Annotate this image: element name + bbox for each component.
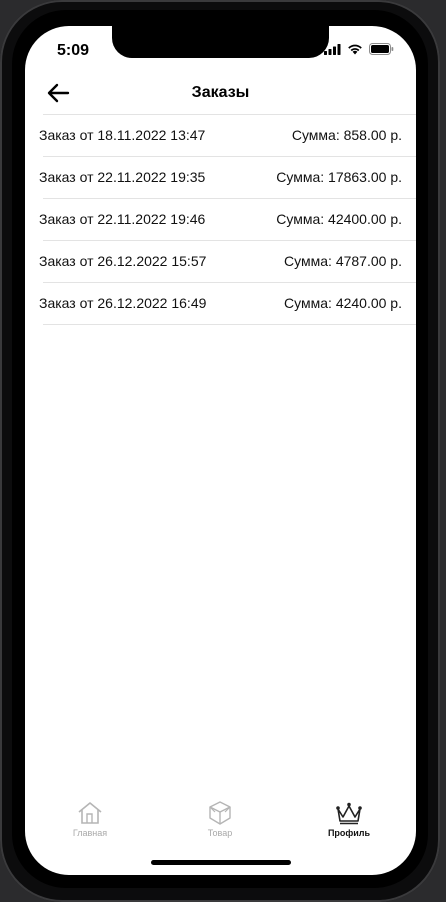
order-label: Заказ от 22.11.2022 19:35 <box>39 169 206 185</box>
tab-label: Товар <box>207 828 233 838</box>
order-row[interactable]: Заказ от 22.11.2022 19:46 Сумма: 42400.0… <box>39 198 416 240</box>
orders-list: Заказ от 18.11.2022 13:47 Сумма: 858.00 … <box>25 114 416 325</box>
cellular-signal-icon <box>324 43 341 55</box>
tab-label: Главная <box>72 828 108 838</box>
status-time: 5:09 <box>57 42 90 59</box>
order-label: Заказ от 18.11.2022 13:47 <box>39 127 206 143</box>
order-label: Заказ от 26.12.2022 15:57 <box>39 253 207 269</box>
order-sum: Сумма: 42400.00 р. <box>276 211 402 227</box>
order-sum: Сумма: 17863.00 р. <box>276 169 402 185</box>
order-sum: Сумма: 4240.00 р. <box>284 295 402 311</box>
home-indicator <box>151 860 291 865</box>
wifi-icon <box>348 44 362 55</box>
order-sum: Сумма: 4787.00 р. <box>284 253 402 269</box>
order-row[interactable]: Заказ от 22.11.2022 19:35 Сумма: 17863.0… <box>39 156 416 198</box>
order-label: Заказ от 26.12.2022 16:49 <box>39 295 207 311</box>
order-row[interactable]: Заказ от 26.12.2022 16:49 Сумма: 4240.00… <box>39 282 416 325</box>
page-title: Заказы <box>191 84 250 101</box>
order-row[interactable]: Заказ от 26.12.2022 15:57 Сумма: 4787.00… <box>39 240 416 282</box>
box-icon <box>209 801 231 825</box>
status-icons <box>324 43 394 55</box>
order-row[interactable]: Заказ от 18.11.2022 13:47 Сумма: 858.00 … <box>39 114 416 156</box>
crown-icon <box>336 802 362 825</box>
home-icon <box>78 802 102 824</box>
tab-label: Профиль <box>327 828 371 838</box>
battery-icon <box>369 43 394 55</box>
navigation-bar: Заказы <box>25 74 416 114</box>
tab-products[interactable]: Товар <box>170 800 270 838</box>
app-screen: 5:09 Заказы Заказ от 18.11.2022 13:47 Су… <box>25 26 416 875</box>
order-label: Заказ от 22.11.2022 19:46 <box>39 211 206 227</box>
order-sum: Сумма: 858.00 р. <box>291 127 402 143</box>
tab-home[interactable]: Главная <box>40 800 140 838</box>
tab-profile[interactable]: Профиль <box>299 800 399 838</box>
notch <box>112 26 329 58</box>
tab-bar: Главная Товар Профиль <box>25 796 416 848</box>
phone-frame: 5:09 Заказы Заказ от 18.11.2022 13:47 Су… <box>0 0 440 902</box>
